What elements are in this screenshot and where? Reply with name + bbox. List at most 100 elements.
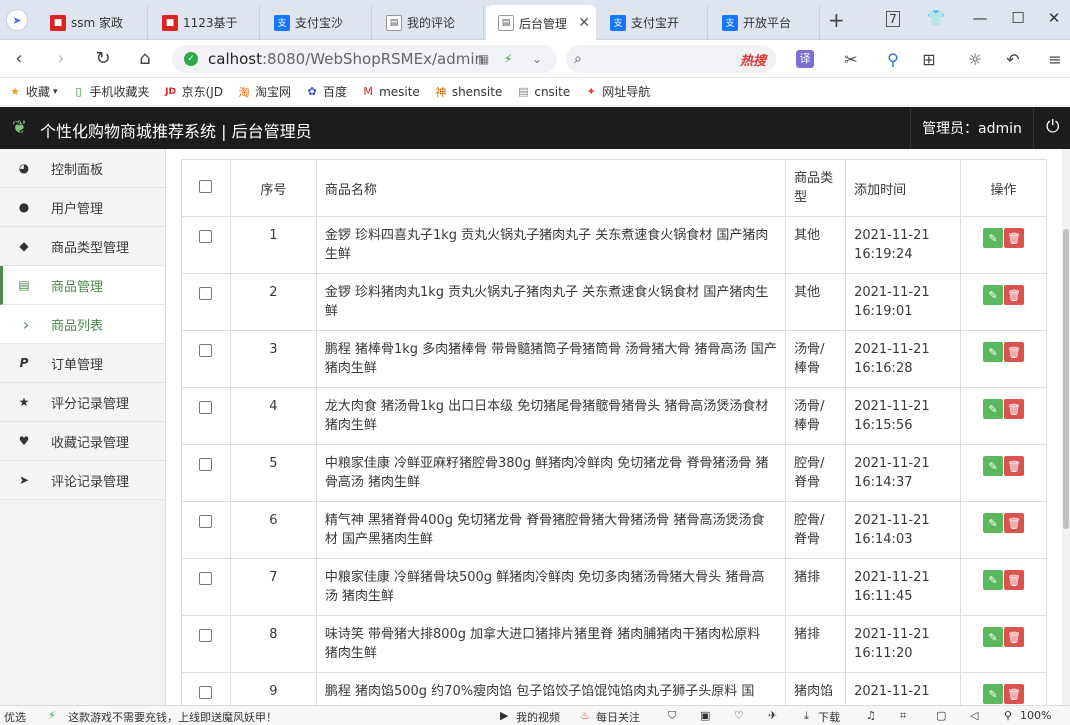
row-checkbox[interactable] — [199, 458, 213, 471]
close-window-icon[interactable]: ✕ — [1044, 9, 1064, 27]
hot-search[interactable]: 热搜 — [740, 50, 766, 69]
delete-button[interactable]: 🗑 — [1004, 570, 1024, 590]
row-actions: ✎ 🗑 — [960, 216, 1047, 274]
row-checkbox[interactable] — [199, 572, 213, 585]
sound-icon[interactable]: ◁ — [970, 709, 978, 722]
home-icon[interactable]: ⌂ — [134, 48, 156, 69]
menu-icon[interactable]: ≡ — [1044, 50, 1066, 69]
shirt-icon[interactable]: 👕 — [926, 9, 946, 27]
status-video[interactable]: 我的视频 — [516, 709, 560, 725]
heart-status-icon[interactable]: ♡ — [734, 709, 744, 722]
edit-button[interactable]: ✎ — [983, 570, 1003, 590]
reload-icon[interactable]: ↻ — [92, 48, 114, 69]
search-field[interactable]: ⌕ 热搜 — [566, 45, 776, 73]
delete-button[interactable]: 🗑 — [1004, 513, 1024, 533]
sidebar-item-6[interactable]: P 订单管理 — [0, 344, 165, 383]
delete-button[interactable]: 🗑 — [1004, 456, 1024, 476]
plane-icon[interactable]: ✈ — [768, 709, 777, 722]
bookmark-4[interactable]: 淘淘宝网 — [237, 83, 292, 100]
speaker-icon[interactable]: ♫ — [866, 709, 876, 722]
row-checkbox[interactable] — [199, 629, 213, 642]
edit-button[interactable]: ✎ — [983, 228, 1003, 248]
forward-icon[interactable]: › — [50, 48, 72, 69]
back-icon[interactable]: ‹ — [8, 48, 30, 69]
edit-button[interactable]: ✎ — [983, 513, 1003, 533]
navigate-icon[interactable]: ➤ — [6, 9, 28, 31]
delete-button[interactable]: 🗑 — [1004, 285, 1024, 305]
page-icon: ▤ — [518, 85, 529, 98]
new-tab-button[interactable]: + — [828, 10, 845, 30]
scissors-icon[interactable]: ✂ — [840, 50, 862, 69]
edit-button[interactable]: ✎ — [983, 342, 1003, 362]
sidebar-item-8[interactable]: ♥ 收藏记录管理 — [0, 422, 165, 461]
edit-button[interactable]: ✎ — [983, 627, 1003, 647]
undo-icon[interactable]: ↶ — [1002, 50, 1024, 69]
bookmark-2[interactable]: ▯ 手机收藏夹 — [72, 83, 150, 100]
scrollbar-thumb[interactable] — [1063, 229, 1069, 529]
tab-5[interactable]: ▤ 后台管理 ✕ — [486, 5, 596, 41]
row-checkbox[interactable] — [199, 515, 213, 528]
select-all-checkbox[interactable] — [199, 179, 213, 193]
qr-icon[interactable]: ▦ — [478, 52, 489, 66]
status-ad[interactable]: 这款游戏不需要充钱，上线即送魔风妖甲！ — [68, 709, 277, 725]
row-checkbox[interactable] — [199, 230, 213, 243]
tab-4[interactable]: ▤ 我的评论 — [374, 5, 484, 40]
sidebar-item-4[interactable]: ▤ 商品管理 — [0, 266, 165, 305]
magnifier-icon[interactable]: ⚲ — [882, 50, 904, 69]
delete-button[interactable]: 🗑 — [1004, 627, 1024, 647]
tab-2[interactable]: ■ 1123基于 — [150, 5, 260, 40]
window-icon[interactable]: ▢ — [936, 709, 946, 722]
maximize-icon[interactable]: ☐ — [1008, 9, 1028, 27]
bookmark-8[interactable]: ▤ cnsite — [516, 85, 570, 99]
delete-button[interactable]: 🗑 — [1004, 684, 1024, 704]
badge-7-icon[interactable]: 7 — [886, 11, 900, 27]
delete-button[interactable]: 🗑 — [1004, 342, 1024, 362]
power-icon[interactable]: ⏻ — [1046, 117, 1059, 137]
row-checkbox[interactable] — [199, 401, 213, 414]
sidebar-item-9[interactable]: ➤ 评论记录管理 — [0, 461, 165, 500]
delete-button[interactable]: 🗑 — [1004, 228, 1024, 248]
translate-icon[interactable]: 译 — [796, 50, 814, 68]
url-field[interactable]: ✓ calhost:8080/WebShopRSMEx/admin ▦ ⚡ ⌄ — [172, 45, 557, 73]
status-left[interactable]: 优选 — [4, 709, 26, 725]
edit-button[interactable]: ✎ — [983, 285, 1003, 305]
scrollbar[interactable] — [1062, 149, 1070, 705]
sidebar-item-5[interactable]: › 商品列表 — [0, 305, 165, 344]
close-tab-icon[interactable]: ✕ — [578, 15, 590, 31]
bookmark-6[interactable]: Mmesite — [361, 85, 420, 99]
shield-icon[interactable]: ⛉ — [668, 709, 676, 723]
delete-button[interactable]: 🗑 — [1004, 399, 1024, 419]
edit-button[interactable]: ✎ — [983, 399, 1003, 419]
bookmark-9[interactable]: ✦ 网址导航 — [584, 83, 651, 100]
sidebar-item-1[interactable]: ◕ 控制面板 — [0, 149, 165, 188]
tab-6[interactable]: 支支付宝开 — [598, 5, 708, 40]
status-daily[interactable]: 每日关注 — [596, 709, 640, 725]
status-zoom[interactable]: 100% — [1020, 709, 1051, 722]
row-checkbox[interactable] — [199, 686, 213, 699]
tab-7[interactable]: 支开放平台 — [710, 5, 820, 40]
edit-button[interactable]: ✎ — [983, 684, 1003, 704]
bookmark-3[interactable]: JD 京东(JD — [164, 83, 223, 100]
row-checkbox[interactable] — [199, 287, 213, 300]
row-checkbox[interactable] — [199, 344, 213, 357]
admin-user[interactable]: 管理员：admin — [910, 107, 1034, 149]
caret-down-icon[interactable]: ▾ — [53, 87, 58, 97]
tab-1[interactable]: ■ ssm 家政 — [38, 5, 148, 40]
image-icon[interactable]: ▣ — [700, 709, 710, 722]
brightness-icon[interactable]: ☼ — [964, 50, 986, 69]
bookmark-7[interactable]: 神 shensite — [434, 85, 502, 99]
bookmark-1[interactable]: ★ 收藏 ▾ — [8, 83, 58, 100]
sidebar-item-2[interactable]: ● 用户管理 — [0, 188, 165, 227]
status-download[interactable]: 下载 — [818, 709, 840, 725]
sidebar-item-7[interactable]: ★ 评分记录管理 — [0, 383, 165, 422]
minimize-icon[interactable]: — — [970, 9, 990, 27]
bookmark-5[interactable]: ✿ 百度 — [305, 83, 347, 100]
sidebar-item-3[interactable]: ◆ 商品类型管理 — [0, 227, 165, 266]
dropdown-icon[interactable]: ⌄ — [532, 52, 542, 66]
edit-button[interactable]: ✎ — [983, 456, 1003, 476]
row-actions: ✎ 🗑 — [960, 672, 1047, 705]
apps-grid-icon[interactable]: ⊞ — [918, 50, 940, 69]
tab-3[interactable]: 支支付宝沙 — [262, 5, 372, 40]
crop-icon[interactable]: ⌗ — [900, 709, 906, 723]
lightning-icon[interactable]: ⚡ — [504, 52, 512, 66]
